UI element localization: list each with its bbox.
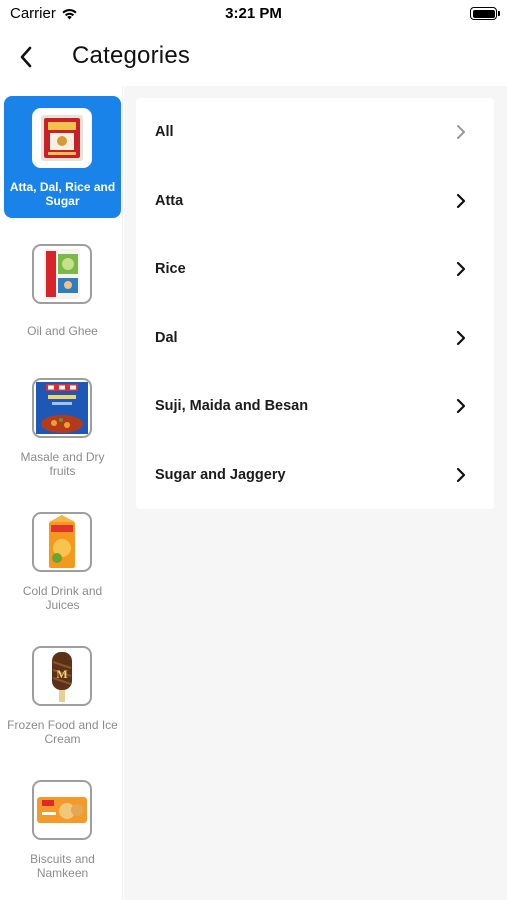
page-title: Categories	[72, 42, 191, 69]
sidebar-item-cold-drink-juices[interactable]: Cold Drink and Juices	[4, 500, 121, 622]
sidebar-item-masale-dry-fruits[interactable]: Masale and Dry fruits	[4, 366, 121, 488]
category-sidebar: Atta, Dal, Rice and Sugar Oil and Ghee M…	[0, 86, 123, 900]
subcategory-label: Suji, Maida and Besan	[155, 398, 309, 415]
chevron-right-icon	[456, 330, 466, 345]
sidebar-item-label: Biscuits and Namkeen	[30, 852, 95, 880]
sidebar-item-oil-ghee[interactable]: Oil and Ghee	[4, 232, 121, 354]
status-time: 3:21 PM	[225, 5, 282, 22]
sidebar-item-label: Frozen Food and Ice Cream	[7, 718, 118, 746]
subcategory-label: All	[155, 124, 174, 141]
sidebar-item-label: Cold Drink and Juices	[22, 584, 103, 612]
subcategory-label: Dal	[155, 329, 178, 346]
back-button[interactable]	[12, 42, 40, 72]
subcategory-item-suji-maida-besan[interactable]: Suji, Maida and Besan	[136, 372, 494, 441]
juice-carton-icon	[32, 512, 92, 572]
chevron-right-icon	[456, 193, 466, 208]
sidebar-item-atta-dal-rice-sugar[interactable]: Atta, Dal, Rice and Sugar	[4, 96, 121, 218]
subcategory-item-dal[interactable]: Dal	[136, 304, 494, 373]
subcategory-item-sugar-jaggery[interactable]: Sugar and Jaggery	[136, 441, 494, 510]
chevron-right-icon	[456, 398, 466, 414]
subcategory-item-all[interactable]: All	[136, 98, 494, 167]
sidebar-item-frozen-food-ice-cream[interactable]: M Frozen Food and Ice Cream	[4, 634, 121, 756]
svg-text:M: M	[56, 667, 67, 681]
sidebar-item-label: Masale and Dry fruits	[20, 450, 105, 478]
subcategory-list: All Atta Rice Dal Suji, Maida and Besan	[136, 98, 494, 509]
biscuit-pack-icon	[32, 780, 92, 840]
subcategory-label: Rice	[155, 261, 186, 278]
ice-cream-bar-icon: M	[32, 646, 92, 706]
chevron-left-icon	[20, 46, 32, 68]
subcategory-item-rice[interactable]: Rice	[136, 235, 494, 304]
status-bar: Carrier 3:21 PM	[0, 0, 507, 28]
sidebar-item-label: Atta, Dal, Rice and Sugar	[9, 180, 116, 208]
subcategory-item-atta[interactable]: Atta	[136, 167, 494, 236]
oil-pack-icon	[32, 244, 92, 304]
battery-level	[472, 9, 495, 18]
subcategory-label: Atta	[155, 192, 184, 209]
subcategory-panel: All Atta Rice Dal Suji, Maida and Besan	[124, 86, 507, 900]
chevron-right-icon	[456, 261, 466, 277]
subcategory-label: Sugar and Jaggery	[155, 466, 286, 483]
battery-icon	[470, 7, 500, 20]
masala-box-icon	[32, 378, 92, 438]
nav-bar: Categories	[0, 28, 507, 86]
sidebar-item-biscuits-namkeen[interactable]: Biscuits and Namkeen	[4, 768, 121, 890]
sidebar-item-label: Oil and Ghee	[27, 324, 98, 338]
chevron-right-icon	[457, 125, 465, 139]
chevron-right-icon	[456, 467, 466, 482]
atta-pack-icon	[32, 108, 92, 168]
